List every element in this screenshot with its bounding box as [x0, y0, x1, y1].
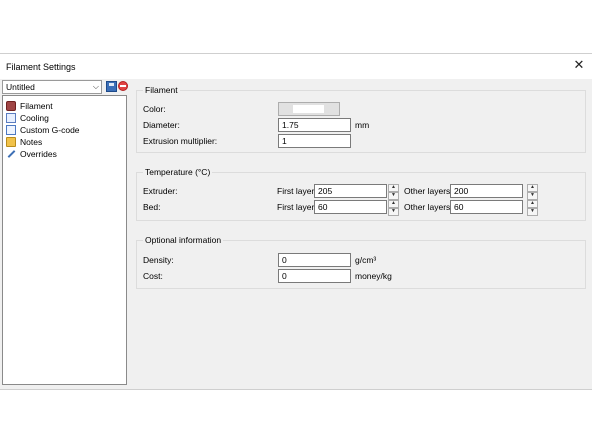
tree-item-label: Filament — [20, 101, 53, 111]
cost-field[interactable]: 0 — [278, 269, 351, 283]
tree-item-cooling[interactable]: Cooling — [6, 112, 49, 124]
close-icon[interactable]: ✕ — [572, 58, 586, 72]
preset-value: Untitled — [6, 82, 35, 92]
density-label: Density: — [143, 255, 174, 265]
tree-item-notes[interactable]: Notes — [6, 136, 42, 148]
bed-label: Bed: — [143, 202, 161, 212]
cost-label: Cost: — [143, 271, 163, 281]
color-label: Color: — [143, 104, 166, 114]
settings-tree: Filament Cooling Custom G-code Notes Ove… — [2, 95, 127, 385]
title-bar: Filament Settings ✕ — [0, 54, 592, 79]
chevron-down-icon: ⌵ — [92, 82, 99, 91]
tree-item-label: Notes — [20, 137, 43, 147]
extruder-other-layers-stepper[interactable]: ▲ ▼ — [527, 184, 538, 200]
extruder-first-layer-stepper[interactable]: ▲ ▼ — [388, 184, 399, 200]
extruder-other-layers-field[interactable]: 200 — [450, 184, 523, 198]
save-icon[interactable] — [106, 81, 117, 92]
density-field[interactable]: 0 — [278, 253, 351, 267]
tree-item-label: Overrides — [20, 149, 57, 159]
delete-icon[interactable] — [118, 81, 128, 91]
wrench-icon — [6, 149, 16, 159]
bed-first-layer-label: First layer: — [277, 202, 317, 212]
tree-item-overrides[interactable]: Overrides — [6, 148, 57, 160]
filament-group-title: Filament — [143, 85, 180, 95]
tree-item-custom-gcode[interactable]: Custom G-code — [6, 124, 80, 136]
tree-item-label: Custom G-code — [20, 125, 80, 135]
extruder-other-layers-label: Other layers: — [404, 186, 453, 196]
color-swatch — [293, 105, 324, 113]
diameter-unit: mm — [355, 120, 370, 130]
cost-unit: money/kg — [355, 271, 392, 281]
temperature-group-title: Temperature (°C) — [143, 167, 213, 177]
tree-item-label: Cooling — [20, 113, 49, 123]
bed-other-layers-field[interactable]: 60 — [450, 200, 523, 214]
temperature-group: Temperature (°C) Extruder: First layer: … — [136, 167, 586, 221]
filament-group: Filament Color: Diameter: 1.75 mm Extrus… — [136, 85, 586, 153]
notes-icon — [6, 137, 16, 147]
bed-first-layer-stepper[interactable]: ▲ ▼ — [388, 200, 399, 216]
extrusion-multiplier-label: Extrusion multiplier: — [143, 136, 218, 146]
density-unit: g/cm³ — [355, 255, 377, 265]
extrusion-multiplier-field[interactable]: 1 — [278, 134, 351, 148]
extruder-first-layer-label: First layer: — [277, 186, 317, 196]
cooling-icon — [6, 113, 16, 123]
diameter-label: Diameter: — [143, 120, 180, 130]
diameter-field[interactable]: 1.75 — [278, 118, 351, 132]
gcode-icon — [6, 125, 16, 135]
tree-item-filament[interactable]: Filament — [6, 100, 53, 112]
extruder-label: Extruder: — [143, 186, 178, 196]
window-title: Filament Settings — [6, 62, 76, 72]
optional-information-group: Optional information Density: 0 g/cm³ Co… — [136, 235, 586, 289]
color-picker-button[interactable] — [278, 102, 340, 116]
bed-first-layer-field[interactable]: 60 — [314, 200, 387, 214]
optional-information-title: Optional information — [143, 235, 224, 245]
filament-settings-window: Filament Settings ✕ Untitled ⌵ Filament … — [0, 53, 592, 390]
bed-other-layers-stepper[interactable]: ▲ ▼ — [527, 200, 538, 216]
filament-icon — [6, 101, 16, 111]
bed-other-layers-label: Other layers: — [404, 202, 453, 212]
preset-dropdown[interactable]: Untitled ⌵ — [2, 80, 102, 94]
extruder-first-layer-field[interactable]: 205 — [314, 184, 387, 198]
